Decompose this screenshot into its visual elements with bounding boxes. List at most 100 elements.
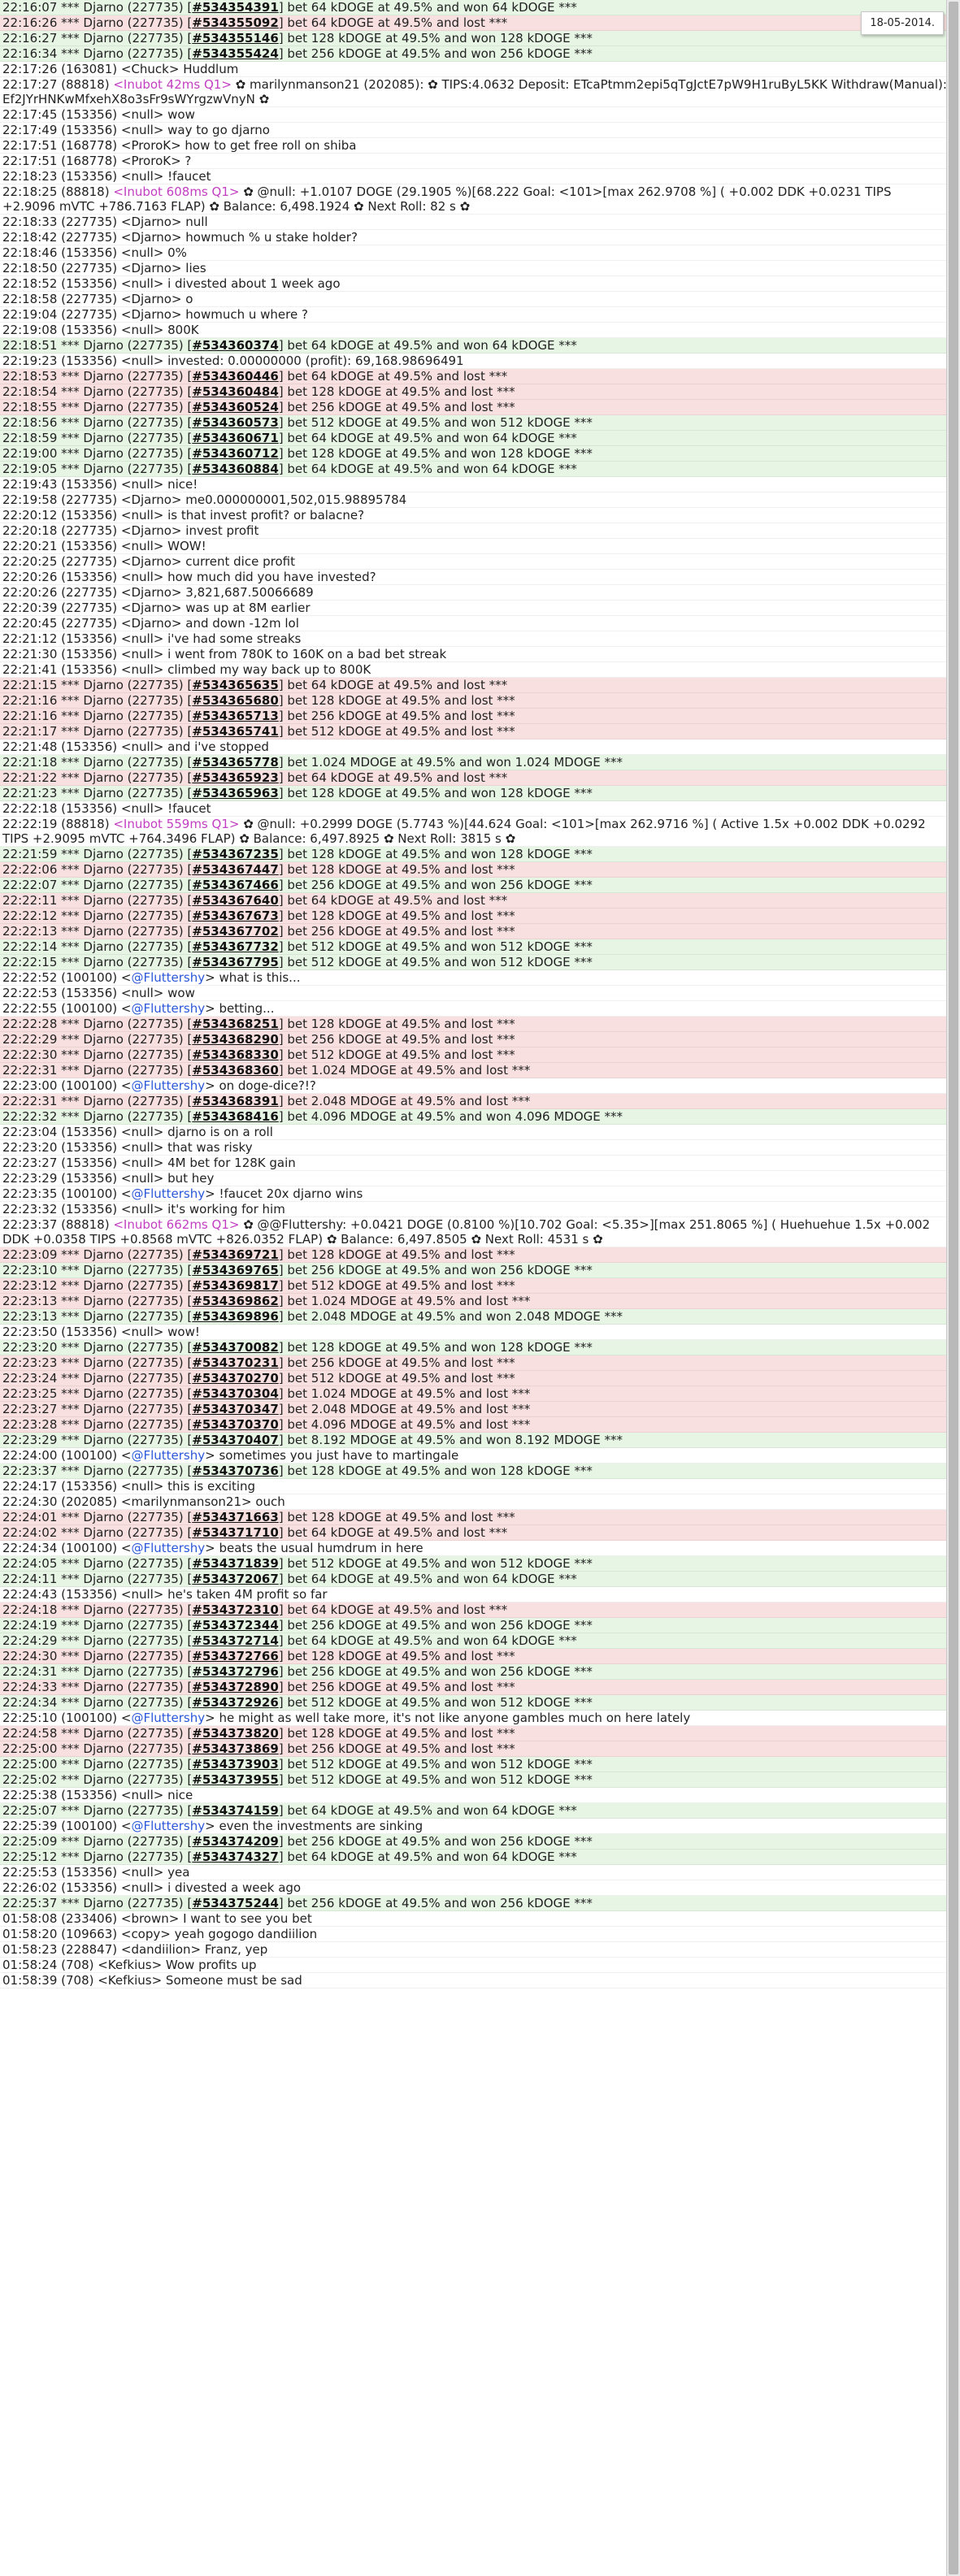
bet-id-link[interactable]: #534370082	[192, 1340, 279, 1355]
bet-id-link[interactable]: #534372890	[192, 1680, 279, 1694]
message-text: 01:58:39 (708) <Kefkius> Someone must be…	[2, 1973, 302, 1988]
bet-id-link[interactable]: #534369721	[192, 1247, 279, 1262]
bet-id-link[interactable]: #534368251	[192, 1017, 279, 1031]
message-text: 01:58:20 (109663) <copy> yeah gogogo dan…	[2, 1927, 318, 1941]
bet-lost-row: 22:23:28 *** Djarno (227735) [#534370370…	[0, 1417, 947, 1433]
message-text: 22:23:13 *** Djarno (227735) [	[2, 1309, 193, 1324]
bet-id-link[interactable]: #534372714	[192, 1633, 279, 1648]
message-text: 22:24:43 (153356) <null> he's taken 4M p…	[2, 1587, 328, 1602]
bet-id-link[interactable]: #534369896	[192, 1309, 279, 1324]
bet-id-link[interactable]: #534374327	[192, 1850, 279, 1864]
message-text: 22:21:22 *** Djarno (227735) [	[2, 770, 193, 785]
bet-id-link[interactable]: #534368360	[192, 1063, 279, 1078]
bet-id-link[interactable]: #534354391	[192, 0, 279, 15]
message-text: 22:25:02 *** Djarno (227735) [	[2, 1772, 193, 1787]
bet-id-link[interactable]: #534372766	[192, 1649, 279, 1663]
message-text: 22:23:24 *** Djarno (227735) [	[2, 1371, 193, 1386]
bet-lost-row: 22:16:26 *** Djarno (227735) [#534355092…	[0, 15, 947, 31]
message-text: 22:22:07 *** Djarno (227735) [	[2, 878, 193, 892]
bet-id-link[interactable]: #534360446	[192, 369, 279, 384]
bet-id-link[interactable]: #534369862	[192, 1294, 279, 1308]
bet-id-link[interactable]: #534372926	[192, 1695, 279, 1710]
bet-id-link[interactable]: #534369817	[192, 1278, 279, 1293]
bet-id-link[interactable]: #534372310	[192, 1602, 279, 1617]
message-text: > what is this...	[205, 970, 301, 985]
fluttershy-nick: @Fluttershy	[131, 1186, 206, 1201]
message-text: ] bet 512 kDOGE at 49.5% and lost ***	[278, 1371, 515, 1386]
message-text: 22:20:18 (227735) <Djarno> invest profit	[2, 523, 259, 538]
bet-id-link[interactable]: #534370304	[192, 1386, 279, 1401]
bet-id-link[interactable]: #534372796	[192, 1664, 279, 1679]
message-text: 22:22:18 (153356) <null> !faucet	[2, 801, 211, 816]
bet-id-link[interactable]: #534368391	[192, 1094, 279, 1108]
message-text: 22:22:31 *** Djarno (227735) [	[2, 1094, 193, 1108]
bet-id-link[interactable]: #534370736	[192, 1464, 279, 1478]
bet-id-link[interactable]: #534373955	[192, 1772, 279, 1787]
bet-id-link[interactable]: #534365741	[192, 724, 279, 739]
bet-id-link[interactable]: #534367795	[192, 955, 279, 969]
bet-id-link[interactable]: #534371710	[192, 1525, 279, 1540]
bet-id-link[interactable]: #534365778	[192, 755, 279, 770]
scrollbar[interactable]	[946, 0, 960, 2576]
message-text: 22:20:25 (227735) <Djarno> current dice …	[2, 554, 295, 569]
bet-id-link[interactable]: #534360671	[192, 431, 279, 445]
bet-id-link[interactable]: #534367673	[192, 909, 279, 923]
bet-id-link[interactable]: #534368290	[192, 1032, 279, 1047]
message-text: 22:23:20 *** Djarno (227735) [	[2, 1340, 193, 1355]
bet-id-link[interactable]: #534365680	[192, 693, 279, 708]
bet-won-row: 22:19:00 *** Djarno (227735) [#534360712…	[0, 446, 947, 462]
bet-id-link[interactable]: #534371663	[192, 1510, 279, 1524]
bet-id-link[interactable]: #534372067	[192, 1572, 279, 1586]
bet-id-link[interactable]: #534367702	[192, 924, 279, 939]
bet-id-link[interactable]: #534365635	[192, 678, 279, 692]
bet-id-link[interactable]: #534355424	[192, 46, 279, 61]
bet-id-link[interactable]: #534374159	[192, 1803, 279, 1818]
message-text: 22:24:17 (153356) <null> this is excitin…	[2, 1479, 256, 1494]
bet-id-link[interactable]: #534374209	[192, 1834, 279, 1849]
bet-id-link[interactable]: #534373903	[192, 1757, 279, 1772]
bet-id-link[interactable]: #534368416	[192, 1109, 279, 1124]
bet-id-link[interactable]: #534373869	[192, 1741, 279, 1756]
chat-message: 22:20:26 (227735) <Djarno> 3,821,687.500…	[0, 585, 947, 601]
bet-id-link[interactable]: #534368330	[192, 1047, 279, 1062]
bet-id-link[interactable]: #534360573	[192, 415, 279, 430]
bet-id-link[interactable]: #534370407	[192, 1433, 279, 1447]
bet-id-link[interactable]: #534367447	[192, 862, 279, 877]
message-text: 22:17:27 (88818)	[2, 77, 114, 92]
bet-id-link[interactable]: #534365713	[192, 709, 279, 723]
bet-id-link[interactable]: #534367466	[192, 878, 279, 892]
bet-id-link[interactable]: #534371839	[192, 1556, 279, 1571]
message-text: ] bet 256 kDOGE at 49.5% and won 256 kDO…	[278, 878, 593, 892]
bet-id-link[interactable]: #534355092	[192, 15, 279, 30]
bet-id-link[interactable]: #534367640	[192, 893, 279, 908]
bet-id-link[interactable]: #534369765	[192, 1263, 279, 1277]
bet-id-link[interactable]: #534360884	[192, 462, 279, 476]
bet-id-link[interactable]: #534360524	[192, 400, 279, 414]
bet-id-link[interactable]: #534360374	[192, 338, 279, 353]
message-text: 22:20:39 (227735) <Djarno> was up at 8M …	[2, 601, 311, 615]
bet-id-link[interactable]: #534367732	[192, 939, 279, 954]
message-text: 22:17:49 (153356) <null> way to go djarn…	[2, 123, 270, 137]
bet-id-link[interactable]: #534370231	[192, 1355, 279, 1370]
bet-id-link[interactable]: #534372344	[192, 1618, 279, 1633]
chat-message: 22:20:39 (227735) <Djarno> was up at 8M …	[0, 601, 947, 616]
message-text: 22:21:23 *** Djarno (227735) [	[2, 786, 193, 800]
bet-id-link[interactable]: #534367235	[192, 847, 279, 861]
bet-id-link[interactable]: #534360712	[192, 446, 279, 461]
bet-id-link[interactable]: #534373820	[192, 1726, 279, 1741]
bet-won-row: 22:16:07 *** Djarno (227735) [#534354391…	[0, 0, 947, 15]
chat-message: 22:20:21 (153356) <null> WOW!	[0, 539, 947, 554]
bet-id-link[interactable]: #534370370	[192, 1417, 279, 1432]
message-text: 22:22:15 *** Djarno (227735) [	[2, 955, 193, 969]
chat-message: 22:20:18 (227735) <Djarno> invest profit	[0, 523, 947, 539]
bet-id-link[interactable]: #534355146	[192, 31, 279, 46]
scrollbar-thumb[interactable]	[949, 2, 958, 2574]
bet-id-link[interactable]: #534370347	[192, 1402, 279, 1416]
bet-id-link[interactable]: #534370270	[192, 1371, 279, 1386]
bet-id-link[interactable]: #534360484	[192, 384, 279, 399]
message-text: 22:22:29 *** Djarno (227735) [	[2, 1032, 193, 1047]
bet-id-link[interactable]: #534375244	[192, 1896, 279, 1910]
message-text: 22:19:04 (227735) <Djarno> howmuch u whe…	[2, 307, 308, 322]
bet-id-link[interactable]: #534365963	[192, 786, 279, 800]
bet-id-link[interactable]: #534365923	[192, 770, 279, 785]
